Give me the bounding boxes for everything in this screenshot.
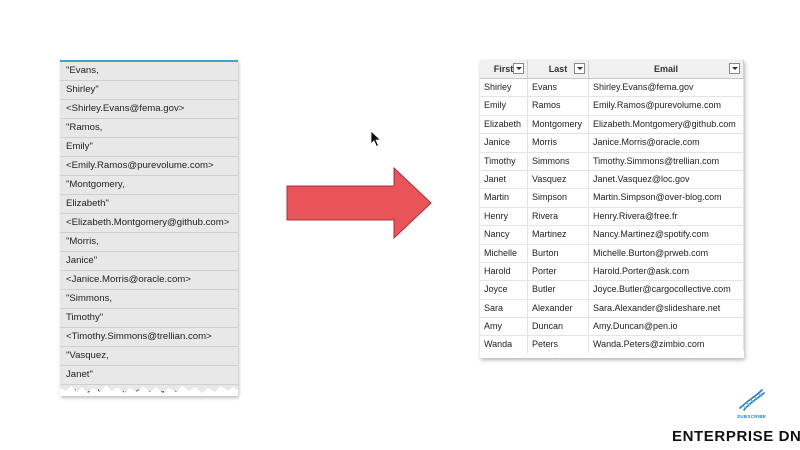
- transform-arrow-icon: [286, 167, 432, 239]
- table-row: Harold Porter Harold.Porter@ask.com: [480, 262, 744, 282]
- list-item: "Vasquez,: [60, 347, 238, 366]
- list-item: "Evans,: [60, 62, 238, 81]
- cell-email: Emily.Ramos@purevolume.com: [589, 97, 744, 115]
- list-item: <Timothy.Simmons@trellian.com>: [60, 328, 238, 347]
- header-first[interactable]: First: [480, 60, 528, 78]
- cell-email: Janice.Morris@oracle.com: [589, 134, 744, 152]
- cell-first: Michelle: [480, 244, 528, 262]
- raw-name-list: "Evans, Shirley" <Shirley.Evans@fema.gov> "…: [60, 60, 238, 396]
- parsed-table: First Last Email Shirley Evans Shirley.Eva…: [480, 60, 744, 358]
- list-item: <Emily.Ramos@purevolume.com>: [60, 157, 238, 176]
- list-item: Timothy": [60, 309, 238, 328]
- cell-first: Harold: [480, 262, 528, 281]
- table-row: Shirley Evans Shirley.Evans@fema.gov: [480, 79, 744, 98]
- table-row: Elizabeth Montgomery Elizabeth.Montgomery@…: [480, 115, 744, 135]
- table-body: Shirley Evans Shirley.Evans@fema.gov Emily R…: [480, 79, 744, 358]
- cell-email: Michelle.Burton@prweb.com: [589, 244, 744, 262]
- cell-last: Burton: [528, 244, 589, 262]
- table-row: Joyce Butler Joyce.Butler@cargocollective.…: [480, 281, 744, 300]
- table-row: Nancy Martinez Nancy.Martinez@spotify.com: [480, 226, 744, 245]
- cell-last: Vasquez: [528, 170, 589, 189]
- raw-rows-container: "Evans, Shirley" <Shirley.Evans@fema.gov> "…: [60, 62, 238, 396]
- cell-first: Joyce: [480, 281, 528, 299]
- table-row: Amy Duncan Amy.Duncan@pen.io: [480, 318, 744, 337]
- cell-first: Sara: [480, 299, 528, 318]
- cell-first: Janice: [480, 134, 528, 152]
- list-item: <Janice.Morris@oracle.com>: [60, 271, 238, 290]
- subscribe-label[interactable]: SUBSCRIBE: [737, 414, 766, 419]
- cell-last: Evans: [528, 79, 589, 97]
- cell-first: Henry: [480, 207, 528, 226]
- cell-first: Janet: [480, 170, 528, 189]
- list-item: Janice": [60, 252, 238, 271]
- cell-first: Timothy: [480, 152, 528, 170]
- header-email[interactable]: Email: [589, 60, 744, 78]
- list-item: Emily": [60, 138, 238, 157]
- header-email-label: Email: [653, 64, 678, 74]
- filter-dropdown-icon[interactable]: [513, 63, 524, 74]
- filter-dropdown-icon[interactable]: [574, 63, 585, 74]
- cell-email: Shirley.Evans@fema.gov: [589, 79, 744, 97]
- cell-email: Joyce.Butler@cargocollective.com: [589, 281, 744, 299]
- header-first-label: First: [493, 64, 514, 74]
- cell-last: Simpson: [528, 189, 589, 207]
- cell-last: Ramos: [528, 97, 589, 115]
- arrow-shape: [286, 167, 432, 239]
- table-row: Timothy Simmons Timothy.Simmons@trellian.c…: [480, 152, 744, 171]
- list-item: Shirley": [60, 81, 238, 100]
- cell-last: Porter: [528, 262, 589, 281]
- cell-first: Emily: [480, 97, 528, 115]
- cell-email: Sara.Alexander@slideshare.net: [589, 299, 744, 318]
- cell-first: Shirley: [480, 79, 528, 97]
- header-last[interactable]: Last: [528, 60, 589, 78]
- cell-email: Martin.Simpson@over-blog.com: [589, 189, 744, 207]
- list-item: "Simmons,: [60, 290, 238, 309]
- table-row: Janice Morris Janice.Morris@oracle.com: [480, 134, 744, 153]
- cell-last: Rivera: [528, 207, 589, 226]
- filter-dropdown-icon[interactable]: [729, 63, 740, 74]
- cell-last: Montgomery: [528, 115, 589, 134]
- table-row: Henry Rivera Henry.Rivera@free.fr: [480, 207, 744, 227]
- list-item: <Elizabeth.Montgomery@github.com>: [60, 214, 238, 233]
- cell-last: Martinez: [528, 226, 589, 244]
- cell-email: Harold.Porter@ask.com: [589, 262, 744, 281]
- table-row: Emily Ramos Emily.Ramos@purevolume.com: [480, 97, 744, 116]
- cell-email: Janet.Vasquez@loc.gov: [589, 170, 744, 189]
- table-row: Janet Vasquez Janet.Vasquez@loc.gov: [480, 170, 744, 190]
- cell-email: Timothy.Simmons@trellian.com: [589, 152, 744, 170]
- table-row: Michelle Burton Michelle.Burton@prweb.com: [480, 244, 744, 263]
- table-header: First Last Email: [480, 60, 744, 79]
- cell-email: Nancy.Martinez@spotify.com: [589, 226, 744, 244]
- dna-logo-icon: [739, 389, 765, 411]
- table-row: Sara Alexander Sara.Alexander@slideshare.n…: [480, 299, 744, 319]
- list-item: "Ramos,: [60, 119, 238, 138]
- cell-first: Elizabeth: [480, 115, 528, 134]
- header-last-label: Last: [548, 64, 568, 74]
- cell-last: Butler: [528, 281, 589, 299]
- cell-last: Simmons: [528, 152, 589, 170]
- cell-first: Martin: [480, 189, 528, 207]
- cell-first: Amy: [480, 318, 528, 336]
- list-item: "Montgomery,: [60, 176, 238, 195]
- torn-edge: [60, 385, 238, 396]
- torn-edge: [480, 347, 744, 358]
- list-item: "Morris,: [60, 233, 238, 252]
- cell-email: Henry.Rivera@free.fr: [589, 207, 744, 226]
- cell-last: Morris: [528, 134, 589, 152]
- list-item: Elizabeth": [60, 195, 238, 214]
- brand-logo-text: ENTERPRISE DNA: [672, 428, 800, 445]
- cell-first: Nancy: [480, 226, 528, 244]
- cell-email: Elizabeth.Montgomery@github.com: [589, 115, 744, 134]
- cell-last: Alexander: [528, 299, 589, 318]
- list-item: <Shirley.Evans@fema.gov>: [60, 100, 238, 119]
- table-row: Martin Simpson Martin.Simpson@over-blog.co…: [480, 189, 744, 208]
- cell-email: Amy.Duncan@pen.io: [589, 318, 744, 336]
- mouse-cursor-icon: [370, 130, 382, 148]
- cell-last: Duncan: [528, 318, 589, 336]
